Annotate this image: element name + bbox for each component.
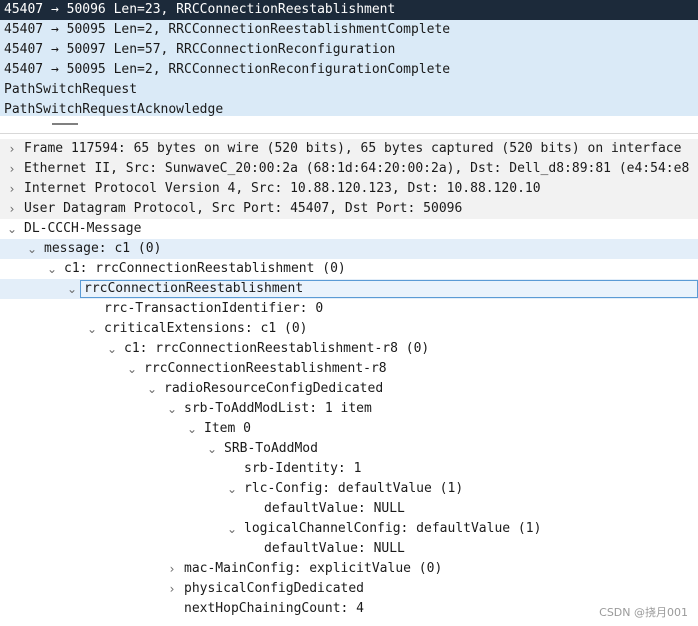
tree-row[interactable]: ⌄ radioResourceConfigDedicated bbox=[0, 379, 698, 399]
tree-row[interactable]: ⌄ DL-CCCH-Message bbox=[0, 219, 698, 239]
packet-row[interactable]: 45407 → 50097 Len=57, RRCConnectionRecon… bbox=[0, 40, 698, 60]
tree-row-label: mac-MainConfig: explicitValue (0) bbox=[184, 561, 443, 576]
packet-row[interactable]: PathSwitchRequest bbox=[0, 80, 698, 100]
tree-row-label: rrc-TransactionIdentifier: 0 bbox=[104, 301, 324, 316]
tree-row[interactable]: nextHopChainingCount: 4 bbox=[0, 599, 698, 619]
tree-row-label: physicalConfigDedicated bbox=[184, 581, 365, 596]
tree-row[interactable]: ⌄ srb-ToAddModList: 1 item bbox=[0, 399, 698, 419]
chevron-right-icon[interactable]: › bbox=[166, 559, 178, 579]
tree-row-label: rlc-Config: defaultValue (1) bbox=[244, 481, 464, 496]
tree-row[interactable]: › Internet Protocol Version 4, Src: 10.88… bbox=[0, 179, 698, 199]
tree-row-label: Ethernet II, Src: SunwaveC_20:00:2a (68:… bbox=[24, 161, 690, 176]
tree-row-label: User Datagram Protocol, Src Port: 45407,… bbox=[24, 201, 463, 216]
tree-row[interactable]: ⌄ Item 0 bbox=[0, 419, 698, 439]
chevron-right-icon[interactable]: › bbox=[6, 199, 18, 219]
packet-row[interactable]: 45407 → 50095 Len=2, RRCConnectionReconf… bbox=[0, 60, 698, 80]
pane-splitter[interactable] bbox=[0, 116, 698, 134]
tree-row[interactable]: ⌄ criticalExtensions: c1 (0) bbox=[0, 319, 698, 339]
tree-row-label: SRB-ToAddMod bbox=[224, 441, 318, 456]
tree-row-label: defaultValue: NULL bbox=[264, 541, 405, 556]
tree-row[interactable]: ⌄ rlc-Config: defaultValue (1) bbox=[0, 479, 698, 499]
chevron-down-icon[interactable]: ⌄ bbox=[206, 439, 218, 459]
packet-list: 45407 → 50096 Len=23, RRCConnectionReest… bbox=[0, 0, 698, 117]
tree-row[interactable]: ⌄ rrcConnectionReestablishment bbox=[0, 279, 698, 299]
tree-row-label: DL-CCCH-Message bbox=[24, 221, 142, 236]
tree-row[interactable]: rrc-TransactionIdentifier: 0 bbox=[0, 299, 698, 319]
chevron-down-icon[interactable]: ⌄ bbox=[26, 239, 38, 259]
tree-row-label: criticalExtensions: c1 (0) bbox=[104, 321, 308, 336]
tree-row-label: Internet Protocol Version 4, Src: 10.88.… bbox=[24, 181, 541, 196]
tree-row-label: message: c1 (0) bbox=[44, 241, 162, 256]
chevron-down-icon[interactable]: ⌄ bbox=[46, 259, 58, 279]
tree-row-label: radioResourceConfigDedicated bbox=[164, 381, 384, 396]
tree-row[interactable]: ⌄ rrcConnectionReestablishment-r8 bbox=[0, 359, 698, 379]
chevron-down-icon[interactable]: ⌄ bbox=[6, 219, 18, 239]
chevron-down-icon[interactable]: ⌄ bbox=[186, 419, 198, 439]
tree-row-label: c1: rrcConnectionReestablishment (0) bbox=[64, 261, 346, 276]
tree-row[interactable]: ⌄ SRB-ToAddMod bbox=[0, 439, 698, 459]
tree-row-label: defaultValue: NULL bbox=[264, 501, 405, 516]
chevron-down-icon[interactable]: ⌄ bbox=[226, 519, 238, 539]
chevron-right-icon[interactable]: › bbox=[6, 159, 18, 179]
chevron-down-icon[interactable]: ⌄ bbox=[66, 279, 78, 299]
tree-row[interactable]: srb-Identity: 1 bbox=[0, 459, 698, 479]
packet-row[interactable]: 45407 → 50096 Len=23, RRCConnectionReest… bbox=[0, 0, 698, 20]
chevron-down-icon[interactable]: ⌄ bbox=[86, 319, 98, 339]
chevron-down-icon[interactable]: ⌄ bbox=[166, 399, 178, 419]
packet-row[interactable]: 45407 → 50095 Len=2, RRCConnectionReesta… bbox=[0, 20, 698, 40]
tree-row[interactable]: ⌄ c1: rrcConnectionReestablishment-r8 (0) bbox=[0, 339, 698, 359]
tree-row[interactable]: › User Datagram Protocol, Src Port: 45407… bbox=[0, 199, 698, 219]
chevron-right-icon[interactable]: › bbox=[166, 579, 178, 599]
chevron-down-icon[interactable]: ⌄ bbox=[106, 339, 118, 359]
tree-row[interactable]: ⌄ message: c1 (0) bbox=[0, 239, 698, 259]
tree-row[interactable]: › mac-MainConfig: explicitValue (0) bbox=[0, 559, 698, 579]
tree-row-label: rrcConnectionReestablishment-r8 bbox=[144, 361, 387, 376]
tree-row-label: logicalChannelConfig: defaultValue (1) bbox=[244, 521, 542, 536]
tree-row[interactable]: › Frame 117594: 65 bytes on wire (520 bit… bbox=[0, 139, 698, 159]
watermark: CSDN @挠月001 bbox=[599, 606, 688, 619]
splitter-grip[interactable] bbox=[52, 123, 78, 125]
tree-row-label: nextHopChainingCount: 4 bbox=[184, 601, 365, 616]
chevron-down-icon[interactable]: ⌄ bbox=[146, 379, 158, 399]
chevron-right-icon[interactable]: › bbox=[6, 179, 18, 199]
tree-row-label: rrcConnectionReestablishment bbox=[84, 281, 304, 296]
chevron-right-icon[interactable]: › bbox=[6, 139, 18, 159]
tree-row-label: srb-Identity: 1 bbox=[244, 461, 362, 476]
chevron-down-icon[interactable]: ⌄ bbox=[226, 479, 238, 499]
tree-row-label: Item 0 bbox=[204, 421, 251, 436]
tree-row[interactable]: defaultValue: NULL bbox=[0, 539, 698, 559]
tree-row-label: srb-ToAddModList: 1 item bbox=[184, 401, 372, 416]
tree-row[interactable]: ⌄ logicalChannelConfig: defaultValue (1) bbox=[0, 519, 698, 539]
chevron-down-icon[interactable]: ⌄ bbox=[126, 359, 138, 379]
tree-row-label: c1: rrcConnectionReestablishment-r8 (0) bbox=[124, 341, 430, 356]
tree-row[interactable]: ⌄ c1: rrcConnectionReestablishment (0) bbox=[0, 259, 698, 279]
tree-row[interactable]: › physicalConfigDedicated bbox=[0, 579, 698, 599]
tree-row-label: Frame 117594: 65 bytes on wire (520 bits… bbox=[24, 141, 682, 156]
tree-row[interactable]: › Ethernet II, Src: SunwaveC_20:00:2a (68… bbox=[0, 159, 698, 179]
tree-row[interactable]: defaultValue: NULL bbox=[0, 499, 698, 519]
